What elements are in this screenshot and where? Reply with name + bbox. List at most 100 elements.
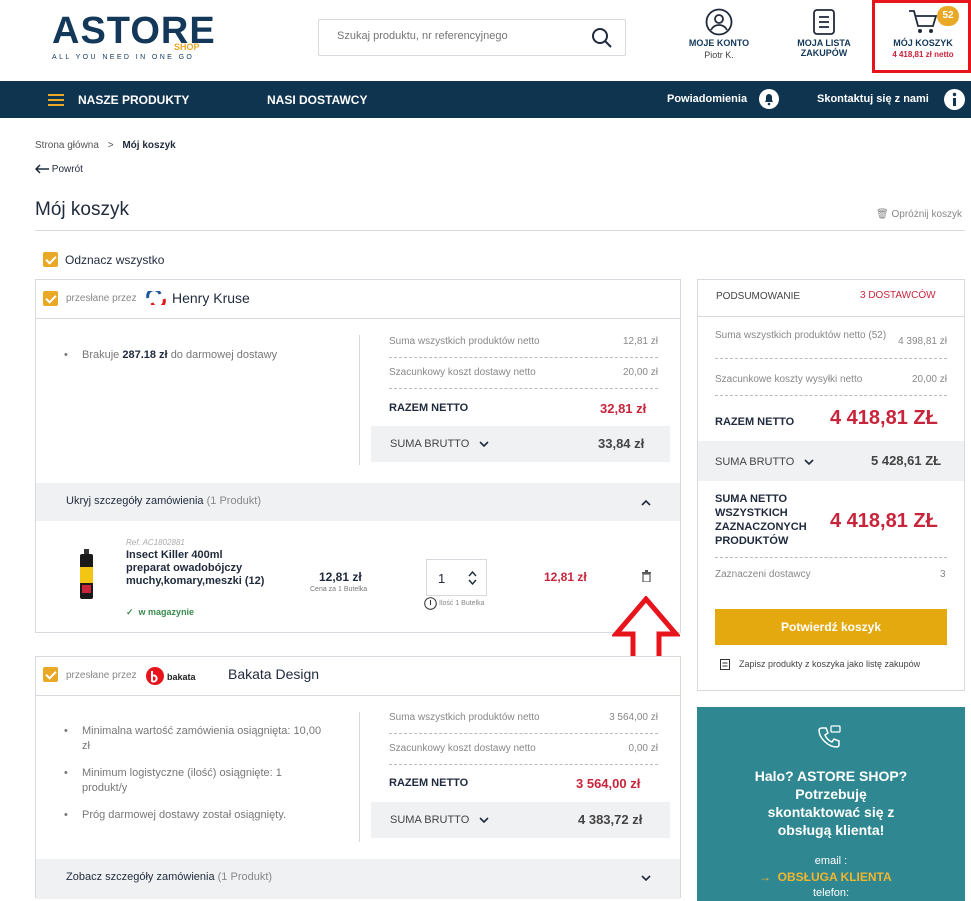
note-amount: 287.18 zł	[122, 349, 168, 361]
logo-sub: SHOP	[174, 42, 200, 52]
summary-selected-value: 4 418,81 ZŁ	[830, 510, 938, 532]
bell-icon[interactable]	[759, 89, 779, 109]
row-value: 12,81 zł	[622, 336, 658, 347]
account-button[interactable]: MOJE KONTO Piotr K.	[686, 8, 752, 60]
stepper-arrows-icon[interactable]	[468, 571, 477, 585]
shipping-note: Minimalna wartość zamówienia osiągnięta:…	[64, 724, 322, 754]
list-label-1: MOJA LISTA	[797, 38, 851, 48]
trash-icon[interactable]	[641, 570, 652, 582]
summary-brutto-value: 5 428,61 ZŁ	[871, 453, 942, 468]
breadcrumb-home[interactable]: Strona główna	[35, 140, 99, 151]
summary-shipping-row: Szacunkowe koszty wysyłki netto 20,00 zł	[715, 374, 947, 396]
details-text: Ukryj szczegóły zamówienia	[66, 495, 204, 507]
brutto-value: 33,84 zł	[598, 436, 645, 451]
product-price: 12,81 zł	[319, 570, 362, 584]
row-label: Suma wszystkich produktów netto	[389, 712, 540, 723]
stock-status: ✓ w magazynie	[126, 607, 195, 617]
search-icon[interactable]	[591, 27, 613, 54]
main-nav: NASZE PRODUKTY NASI DOSTAWCY Powiadomien…	[0, 81, 971, 118]
search-box	[318, 19, 626, 56]
row-value: 3 564,00 zł	[609, 712, 658, 723]
summary-divider	[715, 557, 947, 558]
page-title: Mój koszyk	[35, 199, 129, 220]
cart-total: 4 418,81 zł netto	[892, 50, 954, 59]
row-value: 20,00 zł	[911, 374, 947, 385]
netto-label: RAZEM NETTO	[389, 402, 469, 414]
shipping-note: Brakuje 287.18 zł do darmowej dostawy	[64, 348, 278, 363]
nav-contact[interactable]: Skontaktuj się z nami	[817, 93, 929, 105]
cart-count-badge: 52	[937, 6, 959, 26]
breadcrumb: Strona główna > Mój koszyk	[35, 140, 176, 151]
customer-service-link[interactable]: → OBSŁUGA KLIENTA	[759, 870, 892, 884]
details-label[interactable]: Zobacz szczegóły zamówienia (1 Produkt)	[66, 871, 272, 883]
price-unit: Cena za 1 Butelka	[310, 586, 368, 593]
note-prefix: Brakuje	[82, 349, 120, 361]
details-label[interactable]: Ukryj szczegóły zamówienia (1 Produkt)	[66, 495, 261, 507]
row-value: 20,00 zł	[622, 367, 658, 378]
menu-icon[interactable]	[48, 94, 64, 106]
header: ASTORE SHOP ALL YOU NEED IN ONE GO MOJE …	[0, 0, 971, 81]
account-user: Piotr K.	[704, 50, 734, 60]
email-label: email :	[814, 855, 848, 867]
empty-cart-button[interactable]: 🗑 Opróżnij koszyk	[876, 209, 962, 220]
brutto-value: 4 383,72 zł	[578, 812, 643, 827]
row-label: Szacunkowy koszt dostawy netto	[389, 367, 536, 378]
confirm-cart-button[interactable]: Potwierdź koszyk	[715, 609, 947, 645]
shopping-list-button[interactable]: MOJA LISTA ZAKUPÓW	[791, 8, 857, 58]
search-input[interactable]	[337, 30, 577, 42]
nav-notifications[interactable]: Powiadomienia	[667, 93, 747, 105]
supplier-checkbox[interactable]	[43, 667, 58, 682]
stock-label: w magazynie	[138, 607, 195, 617]
details-count: (1 Produkt)	[217, 871, 273, 883]
supplier-checkbox[interactable]	[43, 291, 58, 306]
sent-by-label: przesłane przez	[66, 670, 137, 681]
product-total: 12,81 zł	[544, 570, 587, 584]
sum-products-row: Suma wszystkich produktów netto 12,81 zł	[389, 336, 658, 358]
row-label: Suma wszystkich produktów netto (52)	[715, 330, 887, 341]
summary-suppliers: 3 DOSTAWCÓW	[860, 290, 936, 301]
deselect-all-checkbox[interactable]	[43, 252, 58, 267]
quantity-value: 1	[438, 571, 446, 586]
supplier-name[interactable]: Henry Kruse	[172, 290, 250, 306]
shipping-cost-row: Szacunkowy koszt dostawy netto 20,00 zł	[389, 367, 658, 389]
phone-icon	[818, 725, 841, 748]
supplier-name[interactable]: Bakata Design	[228, 666, 319, 682]
summary-selected-label: SUMA NETTO WSZYSTKICH ZAZNACZONYCH PRODU…	[715, 493, 807, 547]
deselect-all-label: Odznacz wszystko	[65, 253, 165, 267]
summary-netto-label: RAZEM NETTO	[715, 416, 795, 428]
row-label: Suma wszystkich produktów netto	[389, 336, 540, 347]
note-suffix: do darmowej dostawy	[170, 349, 278, 361]
product-name[interactable]: Insect Killer 400ml preparat owadobójczy…	[126, 549, 266, 588]
row-value: 4 398,81 zł	[898, 336, 947, 347]
chevron-up-icon[interactable]	[641, 499, 651, 506]
chevron-down-icon[interactable]	[641, 875, 651, 882]
info-icon[interactable]	[944, 89, 965, 110]
nav-suppliers[interactable]: NASI DOSTAWCY	[267, 93, 367, 107]
row-label: Szacunkowy koszt dostawy netto	[389, 743, 536, 754]
shipping-cost-row: Szacunkowy koszt dostawy netto 0,00 zł	[389, 743, 658, 765]
selected-suppliers-value: 3	[940, 569, 946, 580]
quantity-note: Ilość 1 Butelka	[439, 600, 485, 607]
title-divider	[35, 230, 965, 231]
chevron-down-icon	[804, 459, 814, 466]
back-link[interactable]: Powrót	[34, 164, 83, 175]
quantity-stepper[interactable]: 1	[426, 559, 487, 596]
shipping-note: Minimum logistyczne (ilość) osiągnięte: …	[64, 766, 322, 796]
save-as-list-link[interactable]: Zapisz produkty z koszyka jako listę zak…	[739, 659, 920, 669]
list-label-2: ZAKUPÓW	[800, 48, 848, 58]
nav-products[interactable]: NASZE PRODUKTY	[78, 93, 189, 107]
chevron-down-icon	[479, 441, 489, 448]
sent-by-label: przesłane przez	[66, 293, 137, 304]
product-image[interactable]	[78, 549, 95, 601]
customer-service-box: Halo? ASTORE SHOP? Potrzebuję skontaktow…	[697, 707, 965, 901]
list-icon	[813, 9, 835, 35]
summary-sum-row: Suma wszystkich produktów netto (52) 4 3…	[715, 329, 947, 359]
phone-label: telefon:	[812, 887, 850, 899]
cart-label: MÓJ KOSZYK	[893, 38, 953, 48]
netto-value: 3 564,00 zł	[576, 776, 641, 791]
logo-tagline: ALL YOU NEED IN ONE GO	[52, 54, 195, 61]
row-value: 0,00 zł	[628, 743, 658, 754]
user-icon	[705, 8, 733, 36]
arrow-left-icon	[34, 164, 49, 174]
brutto-label: SUMA BRUTTO	[390, 438, 470, 450]
